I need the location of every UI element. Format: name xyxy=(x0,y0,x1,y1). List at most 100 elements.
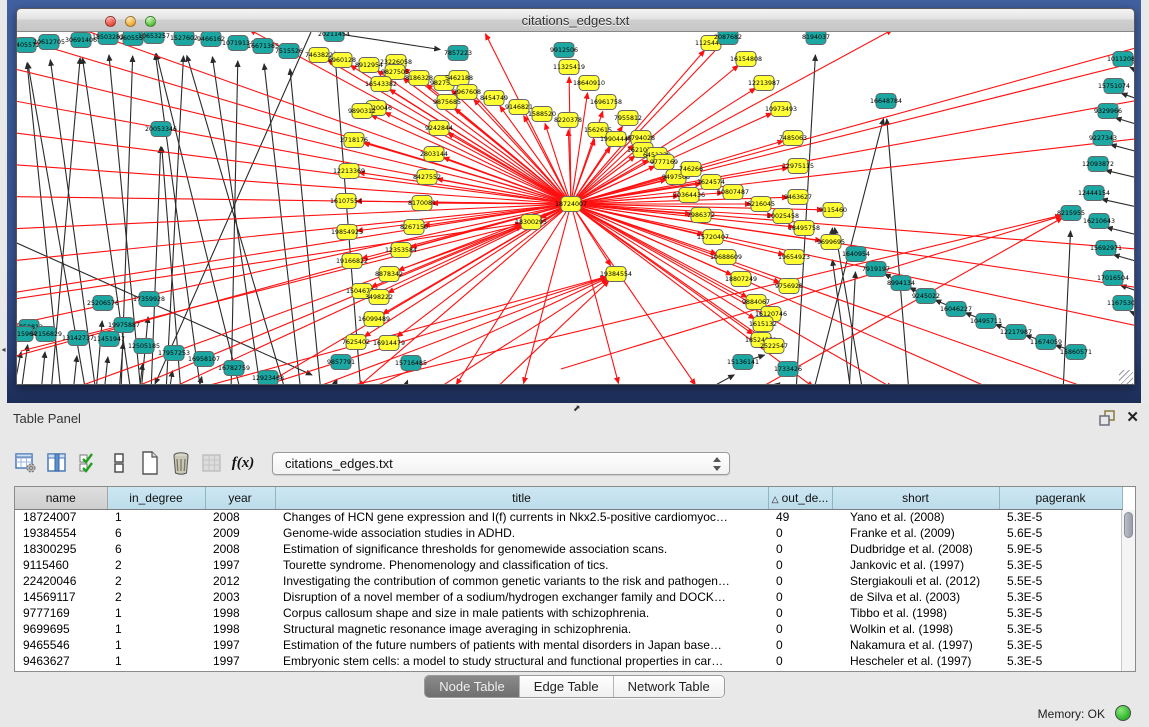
table-cell[interactable]: Franke et al. (2009) xyxy=(832,525,999,541)
table-cell[interactable]: 1 xyxy=(107,653,205,669)
table-cell[interactable]: 5.3E-5 xyxy=(999,557,1122,573)
table-cell[interactable]: Stergiakouli et al. (2012) xyxy=(832,573,999,589)
column-header-short[interactable]: short xyxy=(832,487,999,509)
graph-node[interactable]: 8454749 xyxy=(480,91,508,106)
graph-node[interactable]: 9857791 xyxy=(327,355,355,370)
window-resize-grip[interactable] xyxy=(1119,370,1133,384)
graph-node[interactable]: 19854925 xyxy=(331,225,363,240)
table-cell[interactable]: 0 xyxy=(768,589,832,605)
create-column-icon[interactable] xyxy=(107,450,131,476)
table-cell[interactable]: Structural magnetic resonance image aver… xyxy=(275,621,768,637)
table-cell[interactable]: 2 xyxy=(107,589,205,605)
graph-node[interactable]: 8878342 xyxy=(375,267,403,282)
graph-node[interactable]: 7955812 xyxy=(614,111,642,126)
graph-node[interactable]: 746266 xyxy=(679,162,703,177)
graph-node[interactable]: 9912506 xyxy=(550,43,578,58)
graph-node[interactable]: 11325419 xyxy=(553,60,585,75)
memory-ok-indicator-icon[interactable] xyxy=(1115,705,1131,721)
close-panel-icon[interactable]: ✕ xyxy=(1126,408,1139,426)
graph-node[interactable]: 2087682 xyxy=(714,32,742,45)
graph-node[interactable]: 8186328 xyxy=(405,71,433,86)
graph-edge[interactable] xyxy=(361,278,607,385)
table-cell[interactable]: 0 xyxy=(768,525,832,541)
graph-edge[interactable] xyxy=(21,224,521,351)
graph-edge[interactable] xyxy=(73,356,77,385)
graph-edge[interactable] xyxy=(571,204,1134,329)
table-cell[interactable]: 2008 xyxy=(205,509,275,525)
graph-node[interactable]: 8220378 xyxy=(554,113,582,128)
graph-node[interactable]: 3498222 xyxy=(365,290,393,305)
table-cell[interactable]: 5.3E-5 xyxy=(999,509,1122,525)
tab-edge-table[interactable]: Edge Table xyxy=(520,676,614,697)
table-cell[interactable]: Disruption of a novel member of a sodium… xyxy=(275,589,768,605)
table-cell[interactable]: 2008 xyxy=(205,541,275,557)
graph-node[interactable]: 8994134 xyxy=(887,276,915,291)
graph-node[interactable]: 15692971 xyxy=(1090,241,1122,256)
table-row[interactable]: 1456911722003Disruption of a novel membe… xyxy=(15,589,1122,605)
graph-node[interactable]: 8427552 xyxy=(413,170,441,185)
table-cell[interactable]: 1998 xyxy=(205,605,275,621)
graph-edge[interactable] xyxy=(17,352,21,385)
table-cell[interactable]: 0 xyxy=(768,541,832,557)
graph-node[interactable]: 16914479 xyxy=(373,336,405,351)
select-columns-icon[interactable] xyxy=(76,450,100,476)
show-columns-icon[interactable] xyxy=(45,450,69,476)
graph-node[interactable]: 16210643 xyxy=(1083,214,1115,229)
graph-node[interactable]: 16648784 xyxy=(870,94,902,109)
graph-node[interactable]: 12353584 xyxy=(385,243,417,258)
tab-node-table[interactable]: Node Table xyxy=(425,676,520,697)
graph-node[interactable]: 1733426 xyxy=(774,362,802,377)
graph-edge[interactable] xyxy=(1107,227,1134,237)
graph-node[interactable]: 1640954 xyxy=(842,247,870,262)
delete-table-icon[interactable] xyxy=(169,450,193,476)
table-cell[interactable]: 22420046 xyxy=(15,573,107,589)
graph-node[interactable]: 8194037 xyxy=(802,32,830,45)
table-row[interactable]: 969969511998Structural magnetic resonanc… xyxy=(15,621,1122,637)
graph-node[interactable]: 15751074 xyxy=(1098,79,1130,94)
table-cell[interactable]: 5.3E-5 xyxy=(999,653,1122,669)
table-cell[interactable]: 2 xyxy=(107,557,205,573)
graph-node[interactable]: 2803144 xyxy=(420,147,448,162)
table-cell[interactable]: 5.9E-5 xyxy=(999,541,1122,557)
graph-node[interactable]: 7515526 xyxy=(275,44,303,59)
graph-node[interactable]: 16154808 xyxy=(730,52,762,67)
graph-node[interactable]: 5462188 xyxy=(445,71,473,86)
table-cell[interactable]: Embryonic stem cells: a model to study s… xyxy=(275,653,768,669)
table-row[interactable]: 1830029562008Estimation of significance … xyxy=(15,541,1122,557)
graph-edge[interactable] xyxy=(1111,145,1134,154)
graph-node[interactable]: 12093872 xyxy=(1082,157,1114,172)
graph-node[interactable]: 11675309 xyxy=(1107,296,1134,311)
graph-node[interactable]: 1588520 xyxy=(528,107,556,122)
graph-node[interactable]: 17016504 xyxy=(1097,271,1129,286)
table-cell[interactable]: 2012 xyxy=(205,573,275,589)
graph-node[interactable]: 19166822 xyxy=(336,254,368,269)
graph-node[interactable]: 8267150 xyxy=(400,220,428,235)
table-cell[interactable]: Jankovic et al. (1997) xyxy=(832,557,999,573)
graph-node[interactable]: 9890312 xyxy=(348,104,376,119)
table-cell[interactable]: Tourette syndrome. Phenomenology and cla… xyxy=(275,557,768,573)
table-row[interactable]: 977716911998Corpus callosum shape and si… xyxy=(15,605,1122,621)
graph-node[interactable]: 15136141 xyxy=(727,355,759,370)
graph-edge[interactable] xyxy=(403,380,408,385)
float-panel-icon[interactable] xyxy=(1099,410,1116,426)
graph-node[interactable]: 8960128 xyxy=(328,53,356,68)
graph-edge[interactable] xyxy=(1106,170,1134,180)
graph-node[interactable]: 12213369 xyxy=(333,164,365,179)
tab-network-table[interactable]: Network Table xyxy=(614,676,724,697)
table-cell[interactable]: 2 xyxy=(107,573,205,589)
table-cell[interactable]: 9465546 xyxy=(15,637,107,653)
table-source-dropdown[interactable]: citations_edges.txt xyxy=(272,452,730,475)
table-cell[interactable]: Changes of HCN gene expression and I(f) … xyxy=(275,509,768,525)
graph-node[interactable]: 9245022 xyxy=(912,289,940,304)
column-header-title[interactable]: title xyxy=(275,487,768,509)
graph-node[interactable]: 9875685 xyxy=(433,95,461,110)
table-row[interactable]: 946554611997Estimation of the future num… xyxy=(15,637,1122,653)
graph-edge[interactable] xyxy=(1063,231,1071,385)
graph-node[interactable]: 16782759 xyxy=(218,361,250,376)
table-scrollbar[interactable] xyxy=(1121,510,1135,672)
graph-node[interactable]: 8912954 xyxy=(355,58,383,73)
table-cell[interactable]: 0 xyxy=(768,653,832,669)
graph-edge[interactable] xyxy=(1130,311,1134,319)
graph-edge[interactable] xyxy=(1114,255,1134,264)
table-cell[interactable]: 0 xyxy=(768,573,832,589)
